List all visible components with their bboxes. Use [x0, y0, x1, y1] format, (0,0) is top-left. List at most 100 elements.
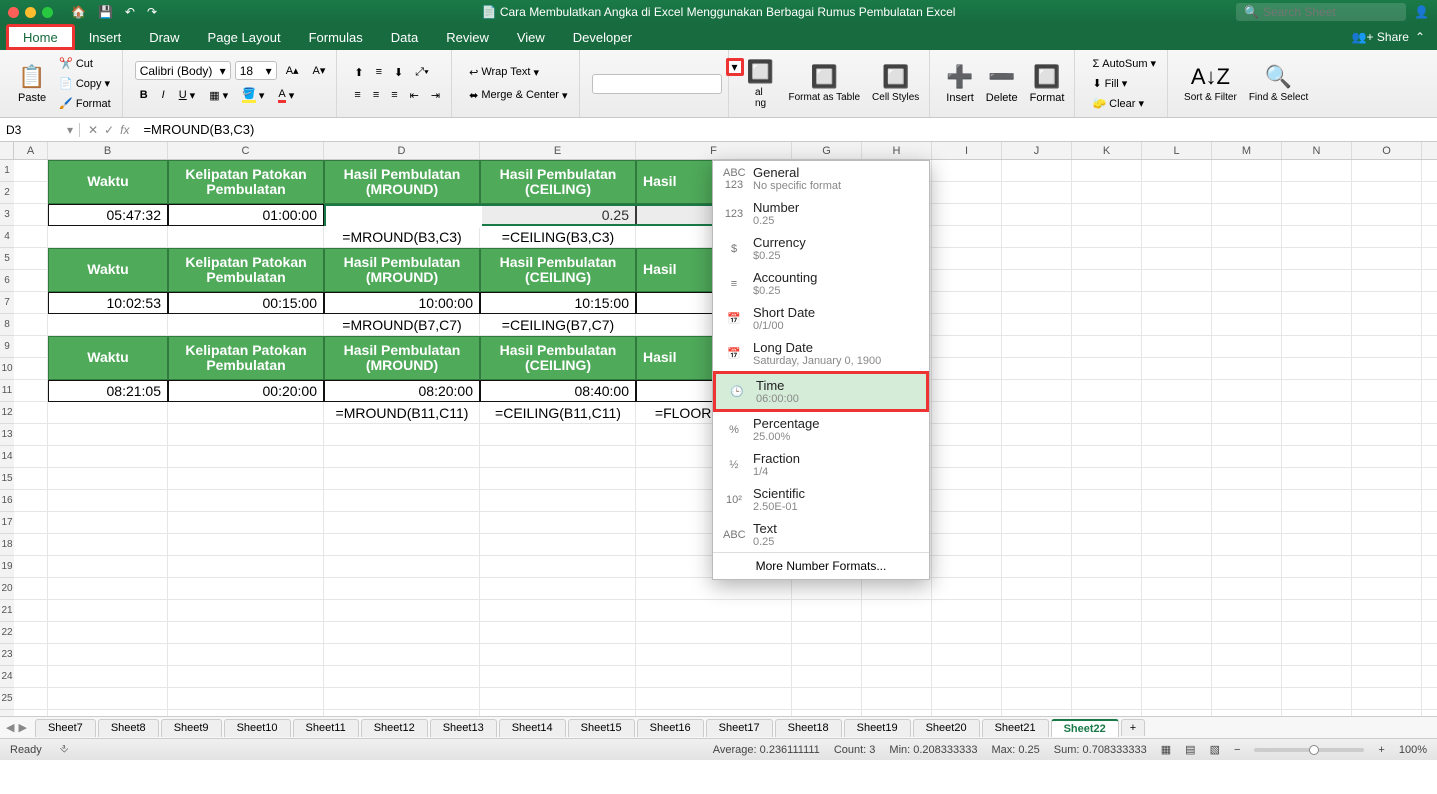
sheet-tab-sheet20[interactable]: Sheet20	[913, 719, 980, 737]
cancel-formula-icon[interactable]: ✕	[88, 123, 98, 137]
row-header-16[interactable]: 16	[0, 490, 14, 512]
save-icon[interactable]: 💾	[98, 5, 113, 19]
row-header-6[interactable]: 6	[0, 270, 14, 292]
undo-icon[interactable]: ↶	[125, 5, 135, 19]
header-waktu[interactable]: Waktu	[48, 160, 168, 204]
sheet-tab-sheet11[interactable]: Sheet11	[293, 719, 359, 737]
header-waktu[interactable]: Waktu	[48, 248, 168, 292]
number-format-scientific[interactable]: 10²Scientific2.50E-01	[713, 482, 929, 517]
header-kelipatan[interactable]: Kelipatan Patokan Pembulatan	[168, 336, 324, 380]
tab-review[interactable]: Review	[432, 24, 503, 50]
header-kelipatan[interactable]: Kelipatan Patokan Pembulatan	[168, 160, 324, 204]
col-header-M[interactable]: M	[1212, 142, 1282, 159]
format-as-table-button[interactable]: 🔲Format as Table	[785, 62, 865, 105]
row-header-22[interactable]: 22	[0, 622, 14, 644]
row-header-13[interactable]: 13	[0, 424, 14, 446]
fill-button[interactable]: ⬇ Fill ▾	[1087, 74, 1161, 93]
row-header-19[interactable]: 19	[0, 556, 14, 578]
tab-view[interactable]: View	[503, 24, 559, 50]
find-select-button[interactable]: 🔍Find & Select	[1245, 62, 1312, 105]
decrease-indent-icon[interactable]: ⇤	[405, 86, 424, 105]
sheet-tab-sheet14[interactable]: Sheet14	[499, 719, 566, 737]
zoom-level[interactable]: 100%	[1399, 744, 1427, 756]
align-right-icon[interactable]: ≡	[386, 86, 402, 105]
align-left-icon[interactable]: ≡	[349, 86, 365, 105]
row-header-24[interactable]: 24	[0, 666, 14, 688]
sheet-tab-sheet22[interactable]: Sheet22	[1051, 719, 1119, 737]
header-ceiling[interactable]: Hasil Pembulatan (CEILING)	[480, 248, 636, 292]
number-format-long-date[interactable]: 📅Long DateSaturday, January 0, 1900	[713, 336, 929, 371]
sheet-tab-sheet12[interactable]: Sheet12	[361, 719, 428, 737]
share-button[interactable]: 👥+ Share	[1352, 30, 1409, 44]
increase-indent-icon[interactable]: ⇥	[426, 86, 445, 105]
formula-d8[interactable]: =MROUND(B7,C7)	[324, 314, 480, 336]
tab-scroll-first-icon[interactable]: ◀	[6, 721, 14, 734]
fill-color-button[interactable]: 🪣 ▾	[237, 84, 269, 106]
view-pagebreak-icon[interactable]: ▧	[1210, 743, 1220, 756]
spreadsheet[interactable]: ABCDEFGHIJKLMNO 123456789101112131415161…	[0, 142, 1437, 716]
number-format-accounting[interactable]: ≡Accounting$0.25	[713, 266, 929, 301]
number-format-percentage[interactable]: %Percentage25.00%	[713, 412, 929, 447]
row-header-11[interactable]: 11	[0, 380, 14, 402]
col-header-B[interactable]: B	[48, 142, 168, 159]
sheet-tab-sheet18[interactable]: Sheet18	[775, 719, 842, 737]
view-normal-icon[interactable]: ▦	[1161, 743, 1171, 756]
col-header-J[interactable]: J	[1002, 142, 1072, 159]
accessibility-icon[interactable]: ⎀	[60, 743, 69, 756]
zoom-out-icon[interactable]: −	[1234, 744, 1240, 756]
search-sheet[interactable]: 🔍	[1236, 3, 1406, 21]
cell-e3[interactable]: 0.25	[480, 204, 636, 226]
border-button[interactable]: ▦ ▾	[204, 84, 233, 106]
number-format-dropdown[interactable]: ABC 123GeneralNo specific format123Numbe…	[712, 160, 930, 580]
formula-d12[interactable]: =MROUND(B11,C11)	[324, 402, 480, 424]
wrap-text-button[interactable]: ↩ Wrap Text ▾	[464, 63, 572, 82]
cell-c3[interactable]: 01:00:00	[168, 204, 324, 226]
row-header-4[interactable]: 4	[0, 226, 14, 248]
col-header-O[interactable]: O	[1352, 142, 1422, 159]
cut-button[interactable]: ✂️ Cut	[54, 54, 116, 73]
row-header-9[interactable]: 9	[0, 336, 14, 358]
delete-cells-button[interactable]: ➖Delete	[982, 62, 1022, 106]
close-icon[interactable]	[8, 7, 19, 18]
row-header-15[interactable]: 15	[0, 468, 14, 490]
cell-styles-button[interactable]: 🔲Cell Styles	[868, 62, 923, 105]
zoom-slider[interactable]	[1254, 748, 1364, 752]
row-header-8[interactable]: 8	[0, 314, 14, 336]
col-header-I[interactable]: I	[932, 142, 1002, 159]
formula-e4[interactable]: =CEILING(B3,C3)	[480, 226, 636, 248]
row-header-1[interactable]: 1	[0, 160, 14, 182]
col-header-A[interactable]: A	[14, 142, 48, 159]
formula-input[interactable]: =MROUND(B3,C3)	[137, 122, 1437, 137]
autosum-button[interactable]: Σ AutoSum ▾	[1087, 54, 1161, 73]
cell-d7[interactable]: 10:00:00	[324, 292, 480, 314]
paste-button[interactable]: 📋Paste	[14, 62, 50, 106]
sheet-tab-sheet13[interactable]: Sheet13	[430, 719, 497, 737]
home-icon[interactable]: 🏠	[71, 5, 86, 19]
copy-button[interactable]: 📄 Copy ▾	[54, 74, 116, 93]
sort-filter-button[interactable]: A↓ZSort & Filter	[1180, 62, 1241, 105]
sheet-tab-sheet10[interactable]: Sheet10	[224, 719, 291, 737]
row-header-12[interactable]: 12	[0, 402, 14, 424]
sheet-tab-sheet9[interactable]: Sheet9	[161, 719, 222, 737]
row-header-20[interactable]: 20	[0, 578, 14, 600]
number-format-number[interactable]: 123Number0.25	[713, 196, 929, 231]
number-format-text[interactable]: ABCText0.25	[713, 517, 929, 552]
number-format-time[interactable]: 🕒Time06:00:00	[713, 371, 929, 412]
header-ceiling[interactable]: Hasil Pembulatan (CEILING)	[480, 160, 636, 204]
tab-scroll-last-icon[interactable]: ▶	[18, 721, 26, 734]
format-cells-button[interactable]: 🔲Format	[1026, 62, 1069, 106]
sheet-tab-sheet17[interactable]: Sheet17	[706, 719, 773, 737]
font-size-combo[interactable]: 18▾	[235, 61, 277, 80]
add-sheet-button[interactable]: +	[1121, 719, 1145, 736]
row-header-2[interactable]: 2	[0, 182, 14, 204]
row-header-5[interactable]: 5	[0, 248, 14, 270]
cell-d11[interactable]: 08:20:00	[324, 380, 480, 402]
name-box[interactable]: D3▾	[0, 123, 80, 137]
tab-page-layout[interactable]: Page Layout	[194, 24, 295, 50]
tab-developer[interactable]: Developer	[559, 24, 646, 50]
conditional-formatting-button[interactable]: 🔲alng	[741, 57, 781, 111]
col-header-C[interactable]: C	[168, 142, 324, 159]
view-layout-icon[interactable]: ▤	[1185, 743, 1195, 756]
italic-button[interactable]: I	[157, 84, 170, 106]
cell-b7[interactable]: 10:02:53	[48, 292, 168, 314]
